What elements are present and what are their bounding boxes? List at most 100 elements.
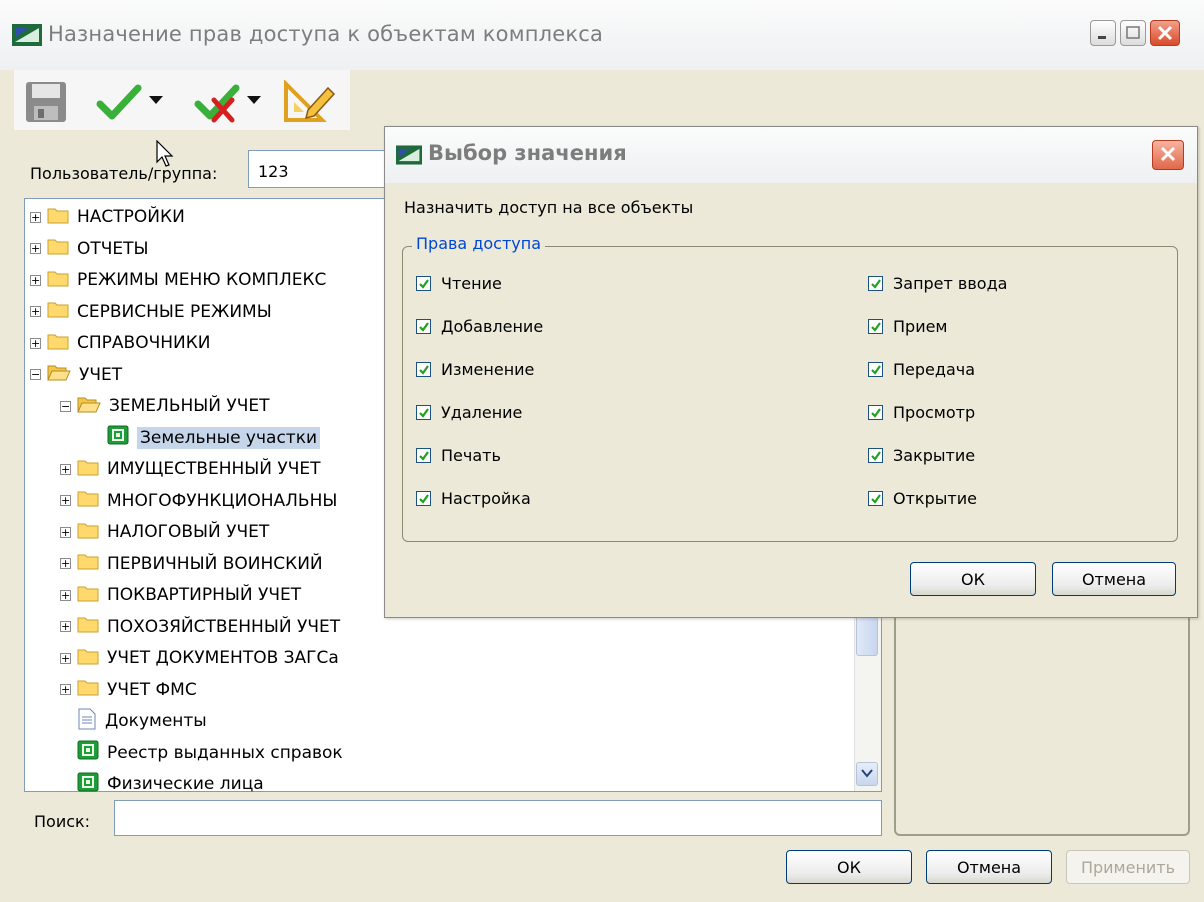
checkbox-checked-icon[interactable] [868,362,883,377]
tree-item[interactable]: Земельные участки [90,423,321,453]
tree-item[interactable]: Документы [60,706,207,736]
tree-item-label: СЕРВИСНЫЕ РЕЖИМЫ [77,301,272,322]
access-right-checkbox[interactable]: Прием [868,317,948,336]
chevron-down-icon[interactable] [246,94,262,106]
dialog-cancel-button[interactable]: Отмена [1052,562,1176,596]
access-right-label: Закрытие [893,446,976,465]
checkbox-checked-icon[interactable] [868,319,883,334]
check-all-icon[interactable] [96,80,142,124]
close-main-button[interactable] [1150,20,1180,46]
dialog-ok-button[interactable]: ОК [910,562,1036,596]
checkbox-checked-icon[interactable] [416,448,431,463]
access-right-label: Печать [441,446,501,465]
access-right-checkbox[interactable]: Чтение [416,274,502,293]
cancel-button[interactable]: Отмена [926,850,1052,884]
checkbox-checked-icon[interactable] [868,491,883,506]
maximize-button[interactable] [1120,20,1146,46]
access-right-label: Изменение [441,360,535,379]
tree-item-label: ПЕРВИЧНЫЙ ВОИНСКИЙ [107,553,323,574]
tree-item[interactable]: + ПОКВАРТИРНЫЙ УЧЕТ [60,580,301,610]
tree-item[interactable]: + ПОХОЗЯЙСТВЕННЫЙ УЧЕТ [60,612,340,642]
minimize-button[interactable] [1090,20,1116,46]
tree-item-label: Документы [105,711,207,731]
chevron-down-icon[interactable] [148,94,164,106]
minimize-icon [1098,36,1106,39]
ok-button[interactable]: ОК [786,850,912,884]
tree-item[interactable]: + МНОГОФУНКЦИОНАЛЬНЫ [60,486,337,516]
tree-item[interactable]: + ПЕРВИЧНЫЙ ВОИНСКИЙ [60,549,323,579]
collapse-icon[interactable]: − [30,369,41,380]
folder-icon [47,237,69,260]
tree-item-label: УЧЕТ ДОКУМЕНТОВ ЗАГСа [107,648,339,668]
tree-item[interactable]: Реестр выданных справок [60,738,343,768]
collapse-icon[interactable]: − [60,400,71,412]
checkbox-checked-icon[interactable] [416,276,431,291]
expand-icon[interactable]: + [30,211,41,223]
table-icon [107,425,129,450]
access-right-checkbox[interactable]: Печать [416,446,501,465]
tree-item-label: МНОГОФУНКЦИОНАЛЬНЫ [107,490,338,511]
scroll-down-button[interactable] [856,762,878,786]
dialog-close-button[interactable] [1152,140,1184,170]
expand-icon[interactable]: + [60,652,71,664]
checkbox-checked-icon[interactable] [868,405,883,420]
access-right-checkbox[interactable]: Изменение [416,360,534,379]
tree-item[interactable]: + СПРАВОЧНИКИ [30,328,211,358]
tree-item[interactable]: + РЕЖИМЫ МЕНЮ КОМПЛЕКС [30,265,326,295]
checkbox-checked-icon[interactable] [416,405,431,420]
expand-icon[interactable]: + [30,274,41,286]
access-right-label: Открытие [893,489,977,508]
access-right-checkbox[interactable]: Запрет ввода [868,274,1007,293]
expand-icon[interactable]: + [30,243,41,254]
expand-icon[interactable]: + [60,463,71,475]
access-right-checkbox[interactable]: Добавление [416,317,543,336]
expand-icon[interactable]: + [60,621,71,632]
tree-item[interactable]: + УЧЕТ ДОКУМЕНТОВ ЗАГСа [60,643,339,673]
tree-item-label: НАСТРОЙКИ [77,207,185,227]
access-right-checkbox[interactable]: Настройка [416,489,531,508]
checkbox-checked-icon[interactable] [416,362,431,377]
expand-icon[interactable]: + [60,495,71,506]
expand-icon[interactable]: + [60,684,71,695]
tree-item[interactable]: + СЕРВИСНЫЕ РЕЖИМЫ [30,297,272,327]
access-right-checkbox[interactable]: Закрытие [868,446,975,465]
access-right-label: Прием [893,317,948,336]
apply-button[interactable]: Применить [1066,850,1190,884]
expand-icon[interactable]: + [30,337,41,349]
checkbox-checked-icon[interactable] [416,319,431,334]
folder-icon [77,584,99,607]
save-icon[interactable] [24,80,68,124]
expand-icon[interactable]: + [30,306,41,317]
checkbox-checked-icon[interactable] [416,491,431,506]
search-input[interactable] [114,800,882,836]
checkbox-checked-icon[interactable] [868,448,883,463]
table-icon [77,740,99,765]
tree-item[interactable]: − ЗЕМЕЛЬНЫЙ УЧЕТ [60,391,270,421]
tree-item[interactable]: − УЧЕТ [30,360,122,390]
document-icon [77,708,97,735]
uncheck-all-icon[interactable] [194,80,240,124]
folder-icon [47,300,69,323]
tree-item-label: УЧЕТ ФМС [107,679,197,700]
table-icon [77,772,99,797]
access-right-checkbox[interactable]: Передача [868,360,975,379]
expand-icon[interactable]: + [60,526,71,538]
tree-item[interactable]: + ИМУЩЕСТВЕННЫЙ УЧЕТ [60,454,321,484]
tree-item[interactable]: Физические лица [60,769,264,799]
tree-item[interactable]: + ОТЧЕТЫ [30,234,149,264]
tree-item-label: ЗЕМЕЛЬНЫЙ УЧЕТ [109,396,270,416]
access-right-label: Удаление [441,403,523,422]
expand-icon[interactable]: + [60,589,71,601]
tree-item-label: НАЛОГОВЫЙ УЧЕТ [107,522,270,542]
access-right-checkbox[interactable]: Удаление [416,403,522,422]
access-right-checkbox[interactable]: Просмотр [868,403,975,422]
access-right-checkbox[interactable]: Открытие [868,489,977,508]
checkbox-checked-icon[interactable] [868,276,883,291]
ruler-pencil-icon[interactable] [282,80,336,124]
access-right-label: Запрет ввода [893,274,1008,293]
expand-icon[interactable]: + [60,558,71,569]
tree-item[interactable]: + НАЛОГОВЫЙ УЧЕТ [60,517,269,547]
tree-item[interactable]: + УЧЕТ ФМС [60,675,197,705]
chevron-down-icon [861,769,873,778]
tree-item[interactable]: + НАСТРОЙКИ [30,202,185,232]
